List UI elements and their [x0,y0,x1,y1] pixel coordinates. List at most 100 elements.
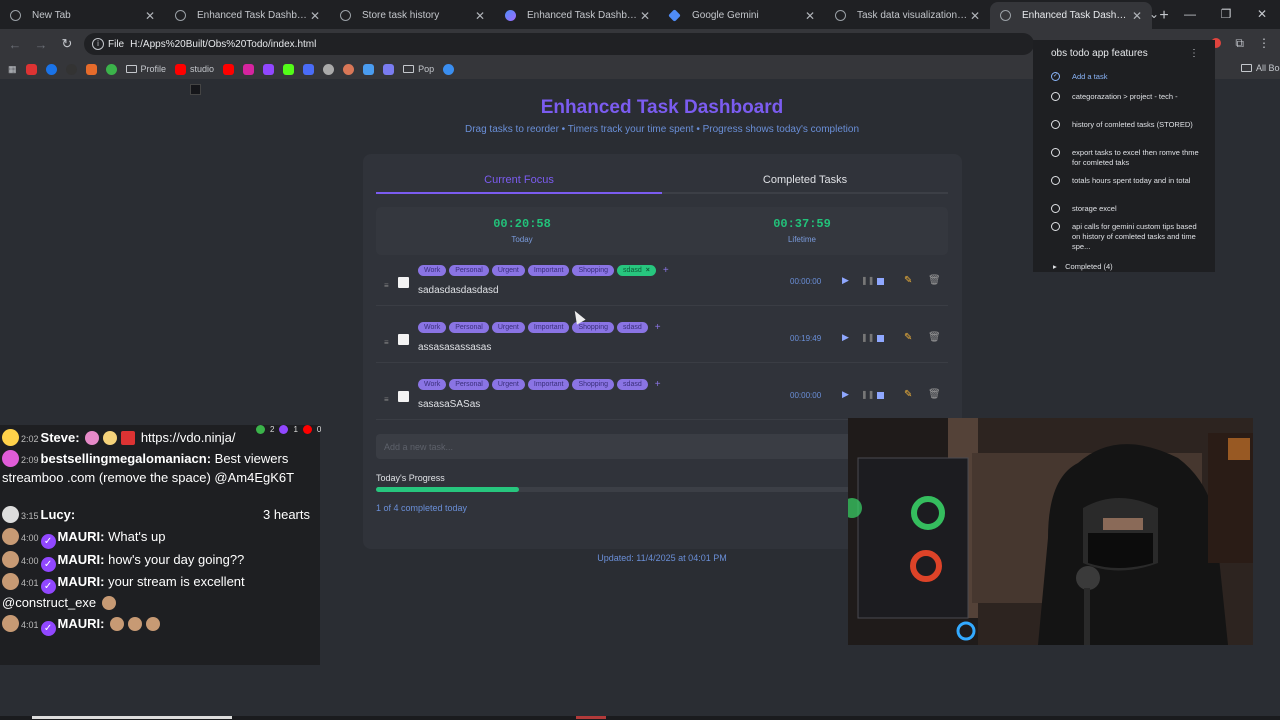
google-task-item[interactable]: history of comleted tasks (STORED) [1051,120,1201,130]
google-task-item[interactable]: export tasks to excel then romve thme fo… [1051,148,1201,168]
close-icon[interactable]: ✕ [638,9,652,23]
task-row[interactable]: ≡ Work Personal Urgent Important Shoppin… [376,374,948,420]
stop-icon[interactable] [877,278,884,285]
tag-chip[interactable]: Urgent [491,379,525,390]
tag-chip[interactable]: Work [418,379,447,390]
stop-icon[interactable] [877,392,884,399]
app-icon[interactable] [443,63,455,75]
play-icon[interactable]: ▶ [842,332,849,343]
browser-tab[interactable]: Task data visualization solution✕ [825,2,990,29]
task-row[interactable]: ≡ Work Personal Urgent Important Shoppin… [376,317,948,363]
address-bar[interactable]: i File H:/Apps%20Built/Obs%20Todo/index.… [84,33,1034,55]
browser-tab[interactable]: Enhanced Task Dashboard with✕ [495,2,660,29]
stop-icon[interactable] [877,335,884,342]
tag-chip[interactable]: Shopping [572,265,615,276]
play-icon[interactable]: ▶ [842,389,849,400]
bookmark-studio[interactable]: studio [175,63,214,75]
reload-icon[interactable]: ↻ [54,36,80,52]
tag-chip-selected[interactable]: sdasd × [617,265,656,276]
close-icon[interactable]: ✕ [143,9,157,23]
browser-tab[interactable]: Google Gemini ✕ [660,2,825,29]
google-task-item[interactable]: totals hours spent today and in total [1051,176,1201,186]
edit-icon[interactable]: ✎ [904,275,912,286]
edit-icon[interactable]: ✎ [904,389,912,400]
tag-chip[interactable]: Work [418,265,447,276]
tag-chip[interactable]: Personal [449,379,489,390]
pause-icon[interactable]: ❚❚ [861,333,874,342]
task-checkbox[interactable] [398,277,409,288]
completed-section-toggle[interactable]: ▸ Completed (4) [1053,262,1113,271]
gitlab-icon[interactable] [85,63,97,75]
claude-icon[interactable] [343,63,355,75]
tag-chip[interactable]: Important [527,265,570,276]
task-checkbox[interactable] [398,334,409,345]
pause-icon[interactable]: ❚❚ [861,390,874,399]
youtube-icon[interactable] [223,63,235,75]
github-icon[interactable] [65,63,77,75]
trash-icon[interactable]: 🗑 [928,275,941,286]
tag-chip[interactable]: Urgent [491,322,525,333]
add-tag-icon[interactable]: + [655,379,661,390]
tag-chip[interactable]: Personal [449,322,489,333]
kick-icon[interactable] [283,63,295,75]
task-name[interactable]: sadasdasdasdasd [418,285,499,296]
tag-chip[interactable]: Important [527,322,570,333]
chrome-icon[interactable] [45,63,57,75]
tag-chip[interactable]: Urgent [491,265,525,276]
extensions-icon[interactable]: ⧉ [1235,36,1244,51]
bookmark-folder-pop[interactable]: Pop [403,64,434,74]
profile-icon[interactable]: ⋮ [1258,36,1270,51]
app-icon[interactable] [363,63,375,75]
trash-icon[interactable]: 🗑 [928,389,941,400]
minimize-icon[interactable]: — [1172,0,1208,28]
edit-icon[interactable]: ✎ [904,332,912,343]
tag-chip[interactable]: sdasd [617,322,648,333]
drag-handle-icon[interactable]: ≡ [384,338,389,347]
tab-current-focus[interactable]: Current Focus [376,172,662,194]
pause-icon[interactable]: ❚❚ [861,276,874,285]
app-icon[interactable] [105,63,117,75]
twitch-icon[interactable] [263,63,275,75]
back-icon[interactable]: ← [2,37,28,52]
tag-chip[interactable]: Shopping [572,379,615,390]
openai-icon[interactable] [323,63,335,75]
add-task-button[interactable]: ✓ Add a task [1051,72,1201,82]
close-window-icon[interactable]: ✕ [1244,0,1280,28]
circle-check-icon[interactable] [1051,222,1060,231]
close-icon[interactable]: ✕ [473,9,487,23]
drag-handle-icon[interactable]: ≡ [384,395,389,404]
trash-icon[interactable]: 🗑 [928,332,941,343]
google-task-item[interactable]: api calls for gemini custom tips based o… [1051,222,1201,252]
add-tag-icon[interactable]: + [655,322,661,333]
tag-chip[interactable]: Work [418,322,447,333]
tab-search-icon[interactable]: ⌄ [1136,0,1172,28]
drag-handle-icon[interactable]: ≡ [384,281,389,290]
browser-tab-active[interactable]: Enhanced Task Dashboard (Dai✕ [990,2,1152,29]
gmail-icon[interactable] [25,63,37,75]
apps-grid-icon[interactable]: ▦ [8,64,17,75]
circle-check-icon[interactable] [1051,148,1060,157]
close-icon[interactable]: ✕ [308,9,322,23]
add-tag-icon[interactable]: + [663,265,669,276]
circle-check-icon[interactable] [1051,92,1060,101]
forward-icon[interactable]: → [28,37,54,52]
google-task-item[interactable]: storage excel [1051,204,1201,214]
more-options-icon[interactable]: ⋮ [1189,48,1199,59]
tag-chip[interactable]: Important [527,379,570,390]
info-icon[interactable]: i [92,38,104,50]
close-icon[interactable]: ✕ [968,9,982,23]
maximize-icon[interactable]: ❐ [1208,0,1244,28]
remove-tag-icon[interactable]: × [646,267,650,274]
task-checkbox[interactable] [398,391,409,402]
docs-icon[interactable] [303,63,315,75]
tag-chip[interactable]: Shopping [572,322,615,333]
tab-completed-tasks[interactable]: Completed Tasks [662,172,948,192]
circle-check-icon[interactable] [1051,176,1060,185]
tag-chip[interactable]: Personal [449,265,489,276]
google-task-item[interactable]: categorazation > project - tech - [1051,92,1201,102]
browser-tab[interactable]: New Tab ✕ [0,2,165,29]
browser-tab[interactable]: Enhanced Task Dashboard (Dai✕ [165,2,330,29]
bookmark-folder-profile[interactable]: Profile [125,64,166,74]
task-name[interactable]: sasasaSASas [418,399,480,410]
url-text[interactable]: H:/Apps%20Built/Obs%20Todo/index.html [130,39,316,50]
